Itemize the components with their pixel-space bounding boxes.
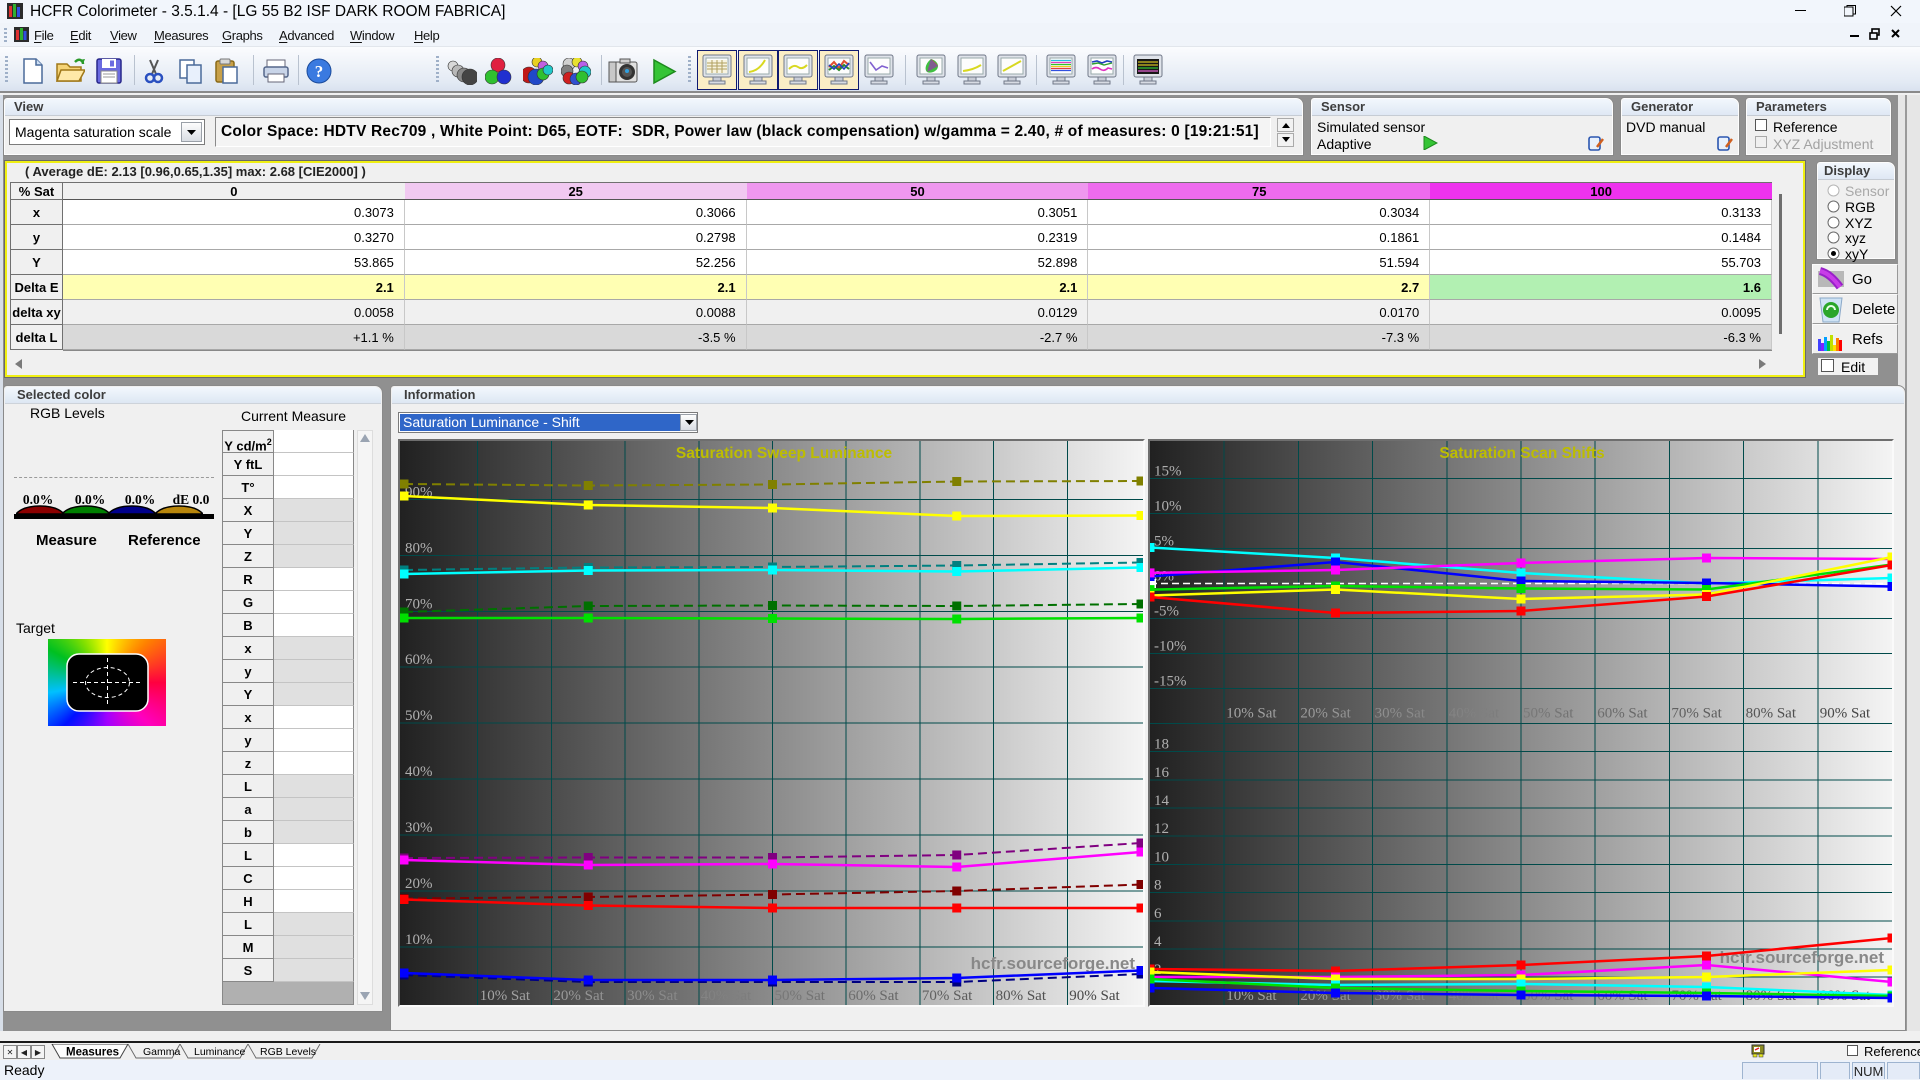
svg-text:80% Sat: 80% Sat (996, 988, 1047, 1004)
svg-text:30% Sat: 30% Sat (627, 988, 678, 1004)
svg-text:50% Sat: 50% Sat (1523, 706, 1574, 722)
svg-text:4: 4 (1154, 934, 1162, 950)
svg-text:20% Sat: 20% Sat (1300, 706, 1351, 722)
svg-text:-10%: -10% (1154, 639, 1187, 655)
svg-text:20% Sat: 20% Sat (1300, 988, 1351, 1004)
svg-text:Saturation Scan Shifts: Saturation Scan Shifts (1439, 445, 1604, 462)
svg-text:90% Sat: 90% Sat (1820, 706, 1871, 722)
svg-text:Gamma: Gamma (143, 1046, 181, 1058)
svg-text:8: 8 (1154, 878, 1162, 894)
svg-text:10: 10 (1154, 849, 1169, 865)
svg-text:12: 12 (1154, 821, 1169, 837)
svg-text:RGB Levels: RGB Levels (260, 1046, 316, 1058)
svg-text:?: ? (315, 62, 324, 81)
svg-text:30% Sat: 30% Sat (1375, 706, 1426, 722)
svg-text:20% Sat: 20% Sat (553, 988, 604, 1004)
svg-text:hcfr.sourceforge.net: hcfr.sourceforge.net (1720, 948, 1885, 967)
svg-text:6: 6 (1154, 906, 1162, 922)
svg-text:10%: 10% (405, 932, 433, 948)
svg-text:70% Sat: 70% Sat (922, 988, 973, 1004)
svg-text:10% Sat: 10% Sat (480, 988, 531, 1004)
svg-text:Saturation Sweep Luminance: Saturation Sweep Luminance (676, 445, 893, 462)
svg-text:10% Sat: 10% Sat (1226, 706, 1277, 722)
svg-text:Measures: Measures (66, 1047, 119, 1059)
svg-text:70% Sat: 70% Sat (1671, 706, 1722, 722)
svg-text:14: 14 (1154, 793, 1170, 809)
svg-text:10%: 10% (1154, 499, 1182, 515)
svg-text:hcfr.sourceforge.net: hcfr.sourceforge.net (971, 954, 1136, 973)
svg-text:40% Sat: 40% Sat (701, 988, 752, 1004)
svg-text:60% Sat: 60% Sat (1597, 706, 1648, 722)
svg-text:50% Sat: 50% Sat (775, 988, 826, 1004)
svg-text:40% Sat: 40% Sat (1449, 706, 1500, 722)
svg-text:90% Sat: 90% Sat (1069, 988, 1120, 1004)
svg-text:50%: 50% (405, 708, 433, 724)
svg-text:20%: 20% (405, 876, 433, 892)
svg-text:15%: 15% (1154, 464, 1182, 480)
svg-text:16: 16 (1154, 765, 1170, 781)
svg-text:-15%: -15% (1154, 674, 1187, 690)
svg-text:80%: 80% (405, 540, 433, 556)
svg-text:60%: 60% (405, 652, 433, 668)
svg-text:80% Sat: 80% Sat (1746, 706, 1797, 722)
svg-text:18: 18 (1154, 737, 1169, 753)
svg-text:40%: 40% (405, 764, 433, 780)
svg-text:30%: 30% (405, 820, 433, 836)
svg-text:Luminance: Luminance (194, 1046, 246, 1058)
svg-text:60% Sat: 60% Sat (848, 988, 899, 1004)
svg-text:-5%: -5% (1154, 604, 1179, 620)
svg-text:70%: 70% (405, 596, 433, 612)
